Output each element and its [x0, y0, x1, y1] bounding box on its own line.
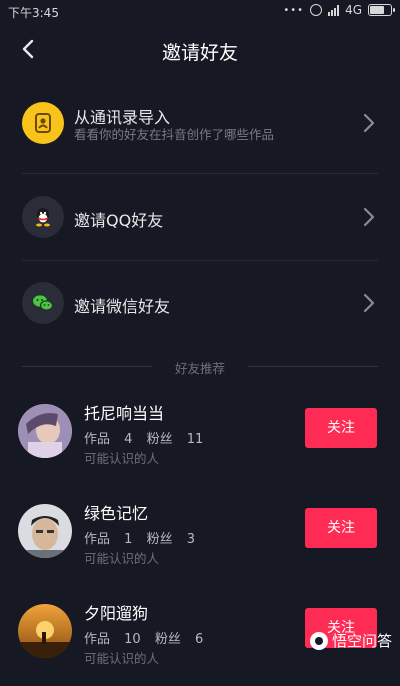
divider: [248, 366, 378, 367]
section-label: 好友推荐: [174, 361, 225, 376]
user-item[interactable]: 托尼响当当 作品 4 粉丝 11 可能认识的人 关注: [0, 394, 400, 486]
user-stats: 作品 10 粉丝 6: [84, 628, 203, 647]
follow-button[interactable]: 关注: [305, 408, 377, 448]
signal-icon: [328, 4, 340, 16]
watermark-text: 悟空问答: [331, 632, 392, 650]
avatar: [18, 604, 72, 658]
user-hint: 可能认识的人: [84, 451, 160, 466]
user-name: 托尼响当当: [84, 404, 165, 423]
works-label: 作品: [84, 632, 111, 647]
fans-count: 3: [186, 532, 196, 547]
works-count: 4: [124, 432, 133, 447]
option-title: 邀请微信好友: [74, 297, 171, 316]
import-contacts-option[interactable]: 从通讯录导入 看看你的好友在抖音创作了哪些作品: [0, 80, 400, 166]
header: 邀请好友: [0, 24, 400, 76]
invite-wechat-option[interactable]: 邀请微信好友: [0, 260, 400, 346]
works-count: 1: [124, 532, 133, 547]
user-hint: 可能认识的人: [84, 651, 160, 666]
fans-count: 11: [186, 432, 204, 447]
status-bar: 下午3:45 ••• 4G: [0, 0, 400, 24]
page-title: 邀请好友: [161, 42, 238, 64]
fans-label: 粉丝: [146, 432, 173, 447]
chevron-right-icon: [363, 293, 375, 313]
qq-icon: [22, 196, 64, 238]
wechat-icon: [22, 282, 64, 324]
battery-icon: [368, 4, 395, 16]
network-type: 4G: [345, 3, 362, 17]
user-stats: 作品 4 粉丝 11: [84, 428, 203, 447]
avatar: [18, 504, 72, 558]
fans-count: 6: [195, 632, 204, 647]
works-label: 作品: [84, 432, 111, 447]
fans-label: 粉丝: [146, 532, 173, 547]
option-title: 邀请QQ好友: [74, 211, 164, 230]
avatar: [18, 404, 72, 458]
status-icons: ••• 4G: [283, 3, 395, 17]
user-name: 夕阳遛狗: [84, 604, 149, 623]
fans-label: 粉丝: [154, 632, 181, 647]
watermark: 悟空问答: [309, 630, 392, 651]
contacts-icon: [22, 102, 64, 144]
chevron-right-icon: [363, 113, 375, 133]
status-time: 下午3:45: [8, 6, 59, 20]
user-name: 绿色记忆: [84, 504, 149, 523]
section-header: 好友推荐: [22, 356, 378, 376]
user-stats: 作品 1 粉丝 3: [84, 528, 195, 547]
works-count: 10: [124, 632, 141, 647]
user-hint: 可能认识的人: [84, 551, 160, 566]
option-subtitle: 看看你的好友在抖音创作了哪些作品: [74, 127, 275, 142]
follow-button[interactable]: 关注: [305, 508, 377, 548]
alarm-icon: [310, 4, 323, 16]
chevron-right-icon: [363, 207, 375, 227]
invite-qq-option[interactable]: 邀请QQ好友: [0, 174, 400, 260]
user-item[interactable]: 绿色记忆 作品 1 粉丝 3 可能认识的人 关注: [0, 494, 400, 586]
wukong-logo-icon: [309, 631, 328, 650]
notification-dots: •••: [283, 4, 305, 16]
works-label: 作品: [84, 532, 111, 547]
